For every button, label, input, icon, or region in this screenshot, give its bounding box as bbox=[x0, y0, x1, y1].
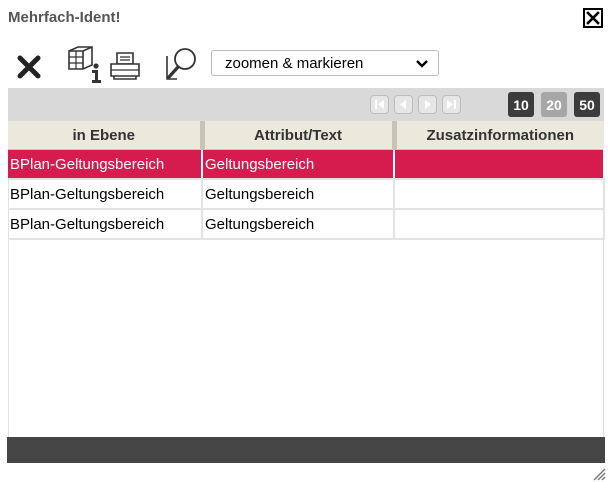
cell-layer: BPlan-Geltungsbereich bbox=[8, 149, 203, 180]
zoom-icon[interactable] bbox=[163, 46, 203, 82]
prev-page-icon bbox=[400, 100, 406, 109]
status-bar bbox=[7, 437, 605, 463]
page-size-10[interactable]: 10 bbox=[508, 92, 534, 117]
table-header-row: in Ebene Attribut/Text Zusatzinformation… bbox=[8, 121, 604, 150]
cell-attribute: Geltungsbereich bbox=[202, 179, 395, 210]
next-page-button[interactable] bbox=[418, 95, 437, 114]
cell-layer: BPlan-Geltungsbereich bbox=[8, 209, 203, 240]
delete-icon[interactable] bbox=[15, 53, 43, 81]
mode-select[interactable]: zoomen & markieren bbox=[211, 50, 439, 76]
prev-page-button[interactable] bbox=[394, 95, 413, 114]
print-icon[interactable] bbox=[109, 51, 141, 81]
chevron-down-icon bbox=[416, 60, 428, 68]
column-header-info[interactable]: Zusatzinformationen bbox=[394, 121, 604, 150]
column-header-layer[interactable]: in Ebene bbox=[8, 121, 205, 150]
close-button[interactable] bbox=[583, 8, 603, 28]
cell-attribute: Geltungsbereich bbox=[202, 209, 395, 240]
first-page-button[interactable] bbox=[370, 95, 389, 114]
table-row[interactable]: BPlan-Geltungsbereich Geltungsbereich bbox=[8, 179, 605, 210]
page-size-50[interactable]: 50 bbox=[574, 92, 600, 117]
page-size-20[interactable]: 20 bbox=[541, 92, 567, 117]
last-page-button[interactable] bbox=[442, 95, 461, 114]
next-page-icon bbox=[425, 100, 431, 109]
cell-layer: BPlan-Geltungsbereich bbox=[8, 179, 203, 210]
mode-select-value: zoomen & markieren bbox=[225, 54, 364, 72]
last-page-icon bbox=[447, 100, 456, 109]
table-row[interactable]: BPlan-Geltungsbereich Geltungsbereich bbox=[8, 149, 605, 180]
cell-info bbox=[394, 179, 605, 210]
table-row[interactable]: BPlan-Geltungsbereich Geltungsbereich bbox=[8, 209, 605, 240]
feature-info-icon[interactable] bbox=[66, 44, 104, 84]
first-page-icon bbox=[375, 100, 384, 109]
column-header-attribute[interactable]: Attribut/Text bbox=[202, 121, 397, 150]
pager-bar: 10 20 50 bbox=[8, 88, 604, 121]
cell-info bbox=[394, 149, 605, 180]
cell-attribute: Geltungsbereich bbox=[202, 149, 395, 180]
results-table: in Ebene Attribut/Text Zusatzinformation… bbox=[8, 121, 605, 240]
resize-handle-icon[interactable] bbox=[592, 465, 606, 481]
close-icon bbox=[586, 11, 600, 25]
cell-info bbox=[394, 209, 605, 240]
window-title: Mehrfach-Ident! bbox=[8, 9, 121, 26]
